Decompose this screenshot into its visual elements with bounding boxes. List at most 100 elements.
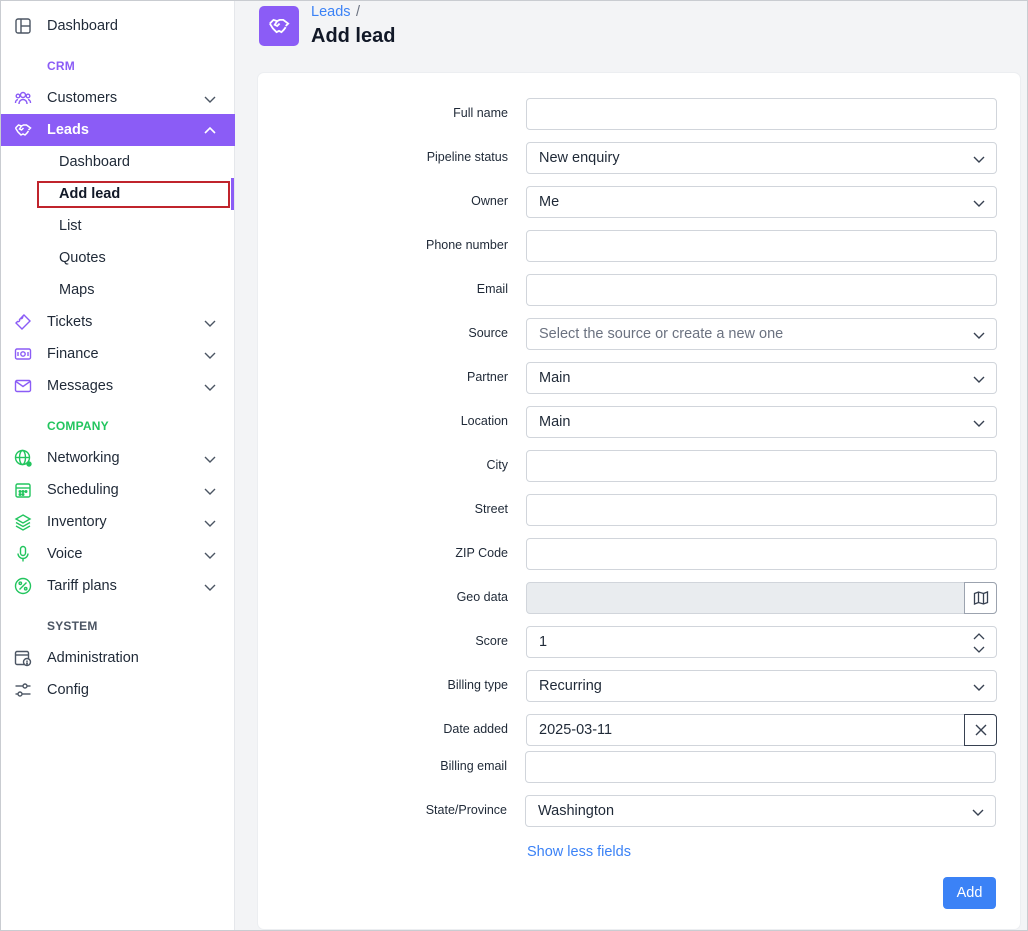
source-placeholder: Select the source or create a new one [539, 326, 784, 342]
source-select[interactable]: Select the source or create a new one [526, 318, 997, 350]
zip-code-input[interactable] [526, 538, 997, 570]
location-select[interactable]: Main [526, 406, 997, 438]
chevron-down-icon [203, 484, 217, 498]
sidebar-item-inventory[interactable]: Inventory [1, 506, 235, 538]
sidebar-item-tickets[interactable]: Tickets [1, 306, 235, 338]
money-icon [14, 345, 32, 363]
sidebar-item-finance[interactable]: Finance [1, 338, 235, 370]
app-window: Dashboard CRM Customers Leads Dashboard … [0, 0, 1028, 931]
billing-email-input[interactable] [525, 751, 996, 783]
sidebar-subitem-add-lead[interactable]: Add lead [59, 186, 120, 202]
sidebar-subitem-leads-dashboard[interactable]: Dashboard [59, 154, 130, 170]
date-added-value: 2025-03-11 [539, 722, 613, 738]
state-province-label: State/Province [425, 803, 507, 817]
map-picker-button[interactable] [964, 582, 997, 614]
owner-value: Me [539, 194, 560, 210]
state-province-value: Washington [538, 803, 615, 819]
sidebar-subitem-list[interactable]: List [59, 218, 82, 234]
chevron-down-icon [203, 452, 217, 466]
street-label: Street [474, 502, 508, 516]
chevron-down-icon [972, 416, 986, 430]
chevron-down-icon [203, 316, 217, 330]
chevron-down-icon [972, 328, 986, 342]
sidebar-item-tariff-plans[interactable]: Tariff plans [1, 570, 235, 602]
sidebar-item-label: Administration [47, 650, 139, 666]
chevron-down-icon [203, 580, 217, 594]
email-input[interactable] [526, 274, 997, 306]
page-icon [259, 6, 299, 46]
sidebar-item-voice[interactable]: Voice [1, 538, 235, 570]
percent-icon [14, 577, 32, 595]
owner-select[interactable]: Me [526, 186, 997, 218]
calendar-icon [14, 481, 32, 499]
chevron-down-icon [971, 805, 985, 819]
admin-calendar-icon [14, 649, 32, 667]
zip-code-label: ZIP Code [455, 546, 508, 560]
phone-number-input[interactable] [526, 230, 997, 262]
sidebar-item-label: Tariff plans [47, 578, 117, 594]
globe-icon [14, 449, 32, 467]
chevron-down-icon [972, 680, 986, 694]
partner-label: Partner [467, 370, 508, 384]
clear-date-button[interactable] [964, 714, 997, 746]
sidebar-item-customers[interactable]: Customers [1, 82, 235, 114]
layers-icon [14, 513, 32, 531]
sidebar-item-dashboard[interactable]: Dashboard [1, 10, 235, 42]
city-label: City [486, 458, 508, 472]
state-province-select[interactable]: Washington [525, 795, 996, 827]
sidebar-subitem-maps[interactable]: Maps [59, 282, 94, 298]
sidebar: Dashboard CRM Customers Leads Dashboard … [1, 1, 235, 930]
sidebar-item-label: Voice [47, 546, 83, 562]
active-indicator [231, 178, 234, 210]
handshake-icon [268, 15, 290, 37]
chevron-down-icon [203, 92, 217, 106]
date-added-input[interactable]: 2025-03-11 [526, 714, 997, 746]
microphone-icon [14, 545, 32, 563]
handshake-icon [14, 121, 32, 139]
score-value: 1 [539, 634, 548, 650]
sidebar-item-leads[interactable]: Leads [1, 114, 235, 146]
sidebar-item-label: Finance [47, 346, 99, 362]
chevron-down-icon [203, 348, 217, 362]
section-label-company: COMPANY [47, 419, 109, 433]
show-less-fields-link[interactable]: Show less fields [527, 844, 631, 860]
sidebar-item-label: Tickets [47, 314, 93, 330]
location-label: Location [460, 414, 508, 428]
score-label: Score [475, 634, 508, 648]
score-input[interactable]: 1 [526, 626, 997, 658]
sidebar-item-config[interactable]: Config [1, 674, 235, 706]
add-button[interactable]: Add [943, 877, 996, 909]
billing-type-select[interactable]: Recurring [526, 670, 997, 702]
city-input[interactable] [526, 450, 997, 482]
partner-value: Main [539, 370, 571, 386]
chevron-down-icon [972, 196, 986, 210]
number-stepper-icon[interactable] [972, 630, 986, 656]
pipeline-status-value: New enquiry [539, 150, 620, 166]
close-icon [974, 723, 988, 737]
billing-type-label: Billing type [447, 678, 508, 692]
sidebar-item-label: Customers [47, 90, 118, 106]
sidebar-item-administration[interactable]: Administration [1, 642, 235, 674]
sidebar-subitem-quotes[interactable]: Quotes [59, 250, 106, 266]
billing-type-value: Recurring [539, 678, 602, 694]
pipeline-status-select[interactable]: New enquiry [526, 142, 997, 174]
breadcrumb-leads[interactable]: Leads [311, 4, 351, 20]
chevron-down-icon [972, 152, 986, 166]
full-name-label: Full name [453, 106, 508, 120]
source-label: Source [468, 326, 508, 340]
owner-label: Owner [471, 194, 508, 208]
sidebar-item-label: Messages [47, 378, 114, 394]
street-input[interactable] [526, 494, 997, 526]
full-name-input[interactable] [526, 98, 997, 130]
envelope-icon [14, 377, 32, 395]
sidebar-item-messages[interactable]: Messages [1, 370, 235, 402]
chevron-down-icon [203, 516, 217, 530]
sidebar-item-networking[interactable]: Networking [1, 442, 235, 474]
sliders-icon [14, 681, 32, 699]
sidebar-item-label: Networking [47, 450, 120, 466]
partner-select[interactable]: Main [526, 362, 997, 394]
chevron-down-icon [203, 548, 217, 562]
sidebar-item-label: Inventory [47, 514, 107, 530]
section-label-crm: CRM [47, 59, 75, 73]
sidebar-item-scheduling[interactable]: Scheduling [1, 474, 235, 506]
